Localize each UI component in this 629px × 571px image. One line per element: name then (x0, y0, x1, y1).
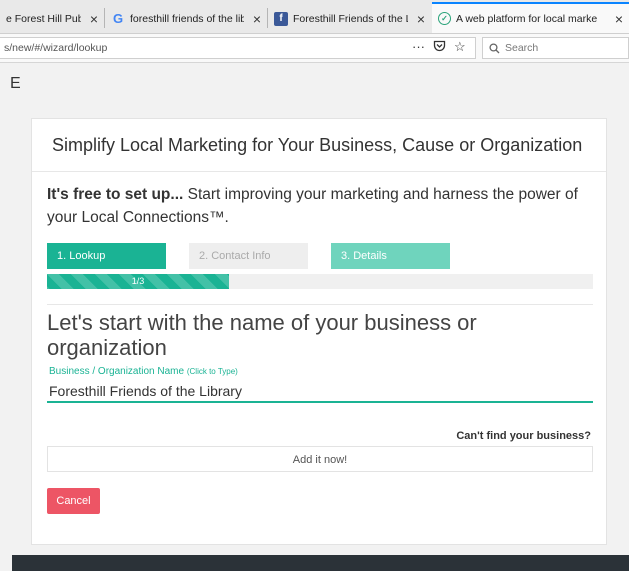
step-contact-info[interactable]: 2. Contact Info (189, 243, 308, 269)
intro-bold: It's free to set up... (47, 186, 184, 203)
progress-bar: 1/3 (47, 274, 593, 289)
browser-tab-facebook[interactable]: f Foresthill Friends of the Library × (268, 4, 431, 33)
close-tab-icon[interactable]: × (417, 11, 425, 27)
site-logo-letter: E (10, 75, 21, 92)
facebook-icon: f (274, 11, 288, 26)
close-tab-icon[interactable]: × (253, 11, 261, 27)
page-content: E Simplify Local Marketing for Your Busi… (0, 63, 629, 571)
browser-nav-bar: s/new/#/wizard/lookup ··· ☆ Search (0, 34, 629, 63)
divider (47, 304, 593, 305)
tab-title: A web platform for local marke (456, 12, 598, 25)
progress-fill: 1/3 (47, 274, 229, 289)
browser-tab-active[interactable]: ✓ A web platform for local marke × (432, 2, 629, 33)
close-tab-icon[interactable]: × (90, 11, 98, 27)
cant-find-text: Can't find your business? (456, 430, 591, 442)
business-name-input[interactable] (47, 381, 593, 403)
step-details[interactable]: 3. Details (331, 243, 450, 269)
bookmark-star-icon[interactable]: ☆ (454, 39, 466, 55)
site-icon: ✓ (438, 12, 451, 25)
add-business-button[interactable]: Add it now! (47, 446, 593, 472)
browser-tab-forest-hill[interactable]: e Forest Hill Pub × (0, 4, 104, 33)
footer-bar (12, 555, 629, 571)
url-bar[interactable]: s/new/#/wizard/lookup (0, 37, 476, 59)
tab-title: Foresthill Friends of the Library (293, 12, 408, 25)
url-text: s/new/#/wizard/lookup (4, 42, 108, 54)
card-title: Simplify Local Marketing for Your Busine… (52, 135, 583, 155)
tab-title: foresthill friends of the library - (130, 12, 244, 25)
close-tab-icon[interactable]: × (615, 11, 623, 27)
browser-tab-strip: e Forest Hill Pub × G foresthill friends… (0, 0, 629, 34)
google-icon: G (112, 11, 124, 26)
url-actions: ··· ☆ (412, 39, 466, 55)
question-heading: Let's start with the name of your busine… (47, 310, 477, 360)
search-box[interactable]: Search (482, 37, 629, 59)
cancel-button[interactable]: Cancel (47, 488, 100, 514)
business-name-label: Business / Organization Name (Click to T… (49, 366, 238, 377)
tab-title: e Forest Hill Pub (6, 12, 81, 25)
wizard-card: Simplify Local Marketing for Your Busine… (31, 118, 607, 545)
search-placeholder: Search (505, 42, 539, 54)
search-icon (489, 42, 500, 53)
card-header: Simplify Local Marketing for Your Busine… (32, 119, 606, 172)
page-actions-icon[interactable]: ··· (412, 39, 425, 55)
field-label-text: Business / Organization Name (49, 366, 185, 377)
step-lookup[interactable]: 1. Lookup (47, 243, 166, 269)
pocket-icon[interactable] (433, 39, 446, 55)
field-hint: (Click to Type) (186, 367, 238, 376)
browser-tab-google-search[interactable]: G foresthill friends of the library - × (105, 4, 267, 33)
intro-text: It's free to set up... Start improving y… (47, 183, 595, 229)
